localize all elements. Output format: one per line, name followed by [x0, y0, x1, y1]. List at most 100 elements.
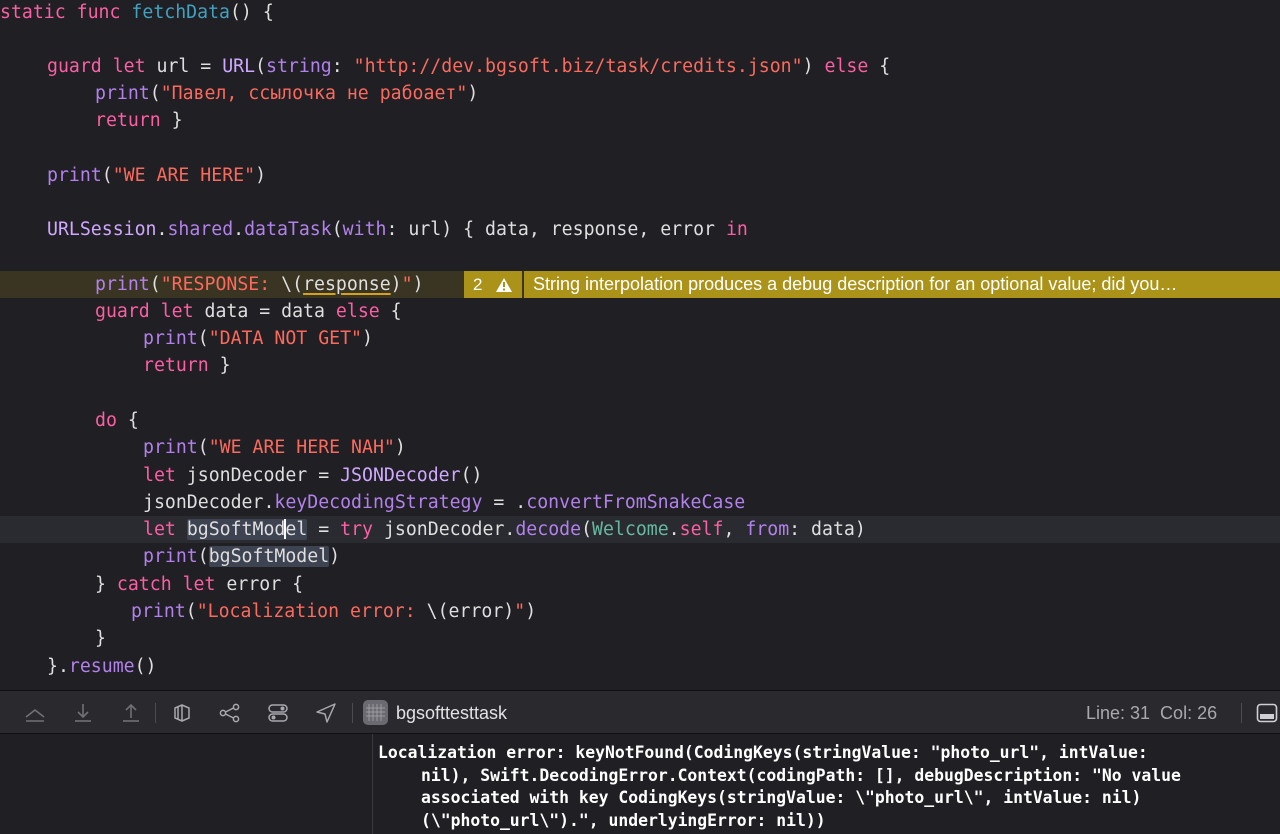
code-line-3[interactable]: guard let url = URL(string: "http://dev.…	[0, 53, 1280, 80]
toolbar-divider	[352, 703, 353, 723]
code-line-19[interactable]: jsonDecoder.keyDecodingStrategy = .conve…	[0, 489, 1280, 516]
keyword: let	[112, 56, 146, 77]
code-text: (	[197, 546, 209, 567]
string-literal: "RESPONSE:	[160, 274, 282, 295]
code-line-20[interactable]: let bgSoftModel = try jsonDecoder.decode…	[0, 516, 1280, 543]
keyword: return	[143, 355, 209, 376]
keyword: return	[95, 110, 161, 131]
code-text: )	[467, 83, 479, 104]
code-line-4[interactable]: print("Павел, ссылочка не рабоает")	[0, 80, 1280, 107]
string-literal: "http://dev.bgsoft.biz/task/credits.json…	[353, 56, 803, 77]
code-line-7[interactable]: print("WE ARE HERE")	[0, 162, 1280, 189]
code-text: )	[255, 165, 267, 186]
simulate-location-icon[interactable]	[314, 701, 338, 725]
code-text: url =	[145, 56, 223, 77]
code-text: }.	[47, 656, 69, 677]
console-line: associated with key CodingKeys(stringVal…	[421, 788, 1142, 807]
code-editor[interactable]: static func fetchData() { guard let url …	[0, 0, 1280, 690]
code-text: : data)	[789, 519, 866, 540]
type-name: URL	[222, 56, 256, 77]
keyword: let	[143, 519, 176, 540]
code-line-5[interactable]: return }	[0, 107, 1280, 134]
string-literal: "Localization error:	[196, 601, 427, 622]
argument-label: from	[745, 519, 790, 540]
string-literal: "WE ARE HERE NAH"	[208, 437, 395, 458]
code-line-1[interactable]: static func fetchData() {	[0, 0, 1280, 26]
function-name: fetchData	[131, 2, 230, 23]
code-text: (	[185, 601, 197, 622]
code-line-17[interactable]: print("WE ARE HERE NAH")	[0, 434, 1280, 461]
type-name: URLSession	[47, 219, 157, 240]
console-line: (\"photo_url\").", underlyingError: nil)…	[421, 810, 826, 830]
console-line: Localization error: keyNotFound(CodingKe…	[378, 743, 1148, 762]
continue-icon[interactable]	[23, 701, 47, 725]
debug-area: Localization error: keyNotFound(CodingKe…	[0, 734, 1280, 834]
console-line: nil), Swift.DecodingError.Context(coding…	[421, 765, 1181, 785]
code-text: ()	[460, 465, 483, 486]
keyword: let	[160, 301, 194, 322]
interpolation: \(error)	[426, 601, 515, 622]
warned-variable[interactable]: response	[303, 274, 391, 295]
function-call: decode	[515, 519, 582, 540]
scheme-name[interactable]: bgsofttesttask	[396, 702, 507, 724]
code-text: (	[331, 219, 343, 240]
property-name: keyDecodingStrategy	[274, 492, 483, 513]
code-text: (	[149, 83, 161, 104]
code-line-21[interactable]: print(bgSoftModel)	[0, 543, 1280, 570]
code-line-14[interactable]: return }	[0, 352, 1280, 379]
code-text: )	[394, 437, 406, 458]
code-text: data = data	[193, 301, 336, 322]
code-line-16[interactable]: do {	[0, 407, 1280, 434]
code-line-23[interactable]: print("Localization error: \(error)")	[0, 598, 1280, 625]
warning-count: 2	[473, 275, 483, 294]
environment-overrides-icon[interactable]	[266, 701, 290, 725]
code-line-25[interactable]: }.resume()	[0, 653, 1280, 680]
highlighted-variable[interactable]: bgSoftModel	[208, 546, 330, 567]
type-name: JSONDecoder	[340, 465, 461, 486]
code-text: jsonDecoder	[143, 492, 264, 513]
code-text: : url) { data, response, error	[386, 219, 726, 240]
keyword: let	[182, 574, 216, 595]
code-line-9[interactable]: URLSession.shared.dataTask(with: url) { …	[0, 216, 1280, 243]
string-literal: "	[401, 274, 413, 295]
code-line-22[interactable]: } catch let error {	[0, 571, 1280, 598]
type-name: Welcome	[592, 519, 669, 540]
code-text: .	[263, 492, 275, 513]
keyword: static	[0, 2, 66, 23]
code-text: jsonDecoder.	[373, 519, 516, 540]
code-line-12[interactable]: guard let data = data else {	[0, 298, 1280, 325]
keyword: try	[340, 519, 373, 540]
warning-message[interactable]: String interpolation produces a debug de…	[524, 271, 1280, 298]
step-into-icon[interactable]	[71, 701, 95, 725]
view-hierarchy-icon[interactable]	[170, 701, 194, 725]
toolbar-divider	[155, 703, 156, 723]
code-text: (	[581, 519, 593, 540]
string-literal: "	[514, 601, 526, 622]
code-line-18[interactable]: let jsonDecoder = JSONDecoder()	[0, 462, 1280, 489]
code-text: .	[156, 219, 168, 240]
code-line-13[interactable]: print("DATA NOT GET")	[0, 325, 1280, 352]
code-text: .	[233, 219, 245, 240]
warning-count-badge[interactable]: 2	[464, 271, 522, 298]
function-call: resume	[68, 656, 135, 677]
code-line-24[interactable]: }	[0, 625, 1280, 652]
code-text: {	[868, 56, 891, 77]
keyword: else	[335, 301, 380, 322]
keyword: in	[725, 219, 748, 240]
interpolation: \(	[281, 274, 304, 295]
code-text: :	[331, 56, 354, 77]
function-call: print	[143, 437, 198, 458]
keyword: do	[95, 410, 117, 431]
variables-view[interactable]	[0, 734, 373, 834]
keyword: else	[824, 56, 869, 77]
highlighted-variable[interactable]: bgSoftModel	[186, 519, 308, 540]
console-output[interactable]: Localization error: keyNotFound(CodingKe…	[378, 742, 1274, 832]
debug-toolbar: bgsofttesttask Line: 31 Col: 26	[0, 690, 1280, 734]
code-text: =	[307, 519, 341, 540]
toggle-panel-icon[interactable]	[1256, 702, 1278, 724]
step-out-icon[interactable]	[119, 701, 143, 725]
app-icon	[363, 700, 388, 725]
memory-graph-icon[interactable]	[218, 701, 242, 725]
function-call: print	[143, 328, 198, 349]
